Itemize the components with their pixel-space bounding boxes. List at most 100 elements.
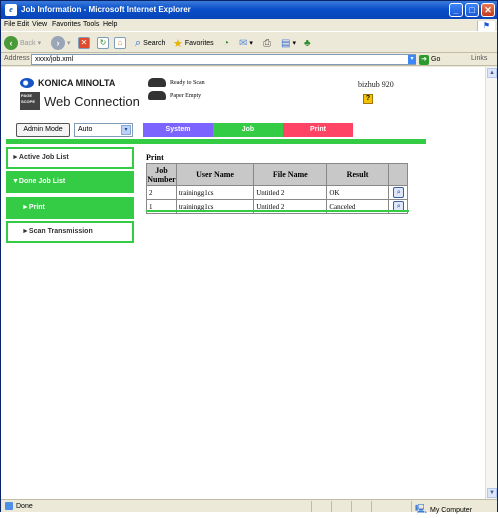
tab-system[interactable]: System [143,123,213,137]
detail-magnifier-icon[interactable]: ⌕ [393,187,405,198]
status-bar: Done 🖳 My Computer [1,499,497,514]
device-model: bizhub 920 [358,80,394,89]
go-arrow-icon: ➜ [419,54,429,65]
refresh-button[interactable]: ↻ [97,35,109,51]
chevron-down-icon: ▾ [121,125,131,135]
admin-mode-button[interactable]: Admin Mode [16,123,70,137]
menu-edit[interactable]: Edit [17,21,29,28]
messenger-icon: ♣ [304,37,311,49]
menu-favorites[interactable]: Favorites [52,21,81,28]
tab-job[interactable]: Job [213,123,283,137]
menu-file[interactable]: File [4,21,15,28]
mail-dropdown-icon: ▾ [249,40,253,47]
sidebar: ►Active Job List ▼Done Job List ►Print ►… [6,147,134,245]
status-divider [311,501,312,512]
job-table: Job Number User Name File Name Result 2 … [146,163,409,214]
menu-help[interactable]: Help [103,21,117,28]
sidebar-item-scan-transmission[interactable]: ►Scan Transmission [6,221,134,243]
vertical-scrollbar[interactable]: ▲ ▼ [485,67,497,499]
help-button[interactable]: ? [363,94,373,104]
address-dropdown-icon[interactable]: ▾ [408,55,416,64]
favorites-star-icon: ★ [173,37,183,50]
tab-print[interactable]: Print [283,123,353,137]
search-icon: ⌕ [135,36,142,49]
back-arrow-icon: ‹ [4,36,18,50]
main-content: Print Job Number User Name File Name Res… [146,153,426,214]
col-file-name: File Name [253,163,328,186]
stop-button[interactable]: ✕ [78,35,90,51]
status-divider [411,501,412,512]
device-status-paper: Paper Empty [148,91,201,100]
cell-user-name: trainingg1cs [175,185,255,200]
col-detail [387,163,409,186]
edit-icon: ▤ [281,37,291,49]
ie-icon: e [5,4,17,16]
web-connection-logo: PAGE SCOPE Web Connection [20,92,140,110]
computer-icon: 🖳 [415,504,428,514]
address-label: Address [4,55,30,62]
col-result: Result [326,163,389,186]
menu-bar: File Edit View Favorites Tools Help ⚑ [1,19,497,33]
mail-button[interactable]: ✉ ▾ [239,35,253,51]
device-status-scan: Ready to Scan [148,78,205,87]
minimize-button[interactable]: _ [449,3,463,17]
page-content: KONICA MINOLTA PAGE SCOPE Web Connection… [1,67,485,499]
messenger-button[interactable]: ♣ [304,35,311,51]
table-underline [146,210,409,212]
toolbar: ‹ Back ▾ › ▾ ✕ ↻ ⌂ ⌕ Search ★ Favorites … [1,31,497,53]
forward-button[interactable]: › ▾ [51,35,71,51]
back-dropdown-icon: ▾ [37,40,42,47]
cell-detail: ⌕ [387,185,409,200]
scroll-up-icon[interactable]: ▲ [487,68,497,78]
browser-window: e Job Information - Microsoft Internet E… [0,0,498,514]
page-title: Print [146,153,164,162]
history-icon: ◔ [223,37,230,49]
auto-select[interactable]: Auto ▾ [74,123,133,137]
favorites-button[interactable]: ★ Favorites [173,35,214,51]
table-header-row: Job Number User Name File Name Result [146,163,409,186]
forward-arrow-icon: › [51,36,65,50]
history-button[interactable]: ◔ [223,35,229,51]
status-done: Done [5,502,33,510]
menu-tools[interactable]: Tools [83,21,99,28]
menu-view[interactable]: View [32,21,47,28]
sidebar-item-print[interactable]: ►Print [6,197,134,219]
pagescope-logo-icon: PAGE SCOPE [20,92,40,110]
status-divider [371,501,372,512]
address-input[interactable]: xxxx/job.xml [31,54,416,65]
table-row: 2 trainingg1cs Untitled 2 OK ⌕ [146,185,409,200]
konica-minolta-logo: KONICA MINOLTA [20,78,115,88]
search-button[interactable]: ⌕ Search [135,35,165,51]
scanner-status-icon [148,78,166,87]
back-button[interactable]: ‹ Back ▾ [4,35,41,51]
window-title: Job Information - Microsoft Internet Exp… [21,5,191,14]
links-button[interactable]: Links [471,55,487,62]
tab-underline [6,139,426,144]
col-user-name: User Name [175,163,255,186]
go-button[interactable]: ➜ Go [419,54,440,65]
cell-job-number: 2 [146,185,177,200]
title-bar: e Job Information - Microsoft Internet E… [1,1,497,19]
maximize-button[interactable]: □ [465,3,479,17]
edit-button[interactable]: ▤ ▾ [281,35,296,51]
cell-file-name: Untitled 2 [253,185,328,200]
printer-status-icon [148,91,166,100]
refresh-icon: ↻ [97,37,109,49]
home-button[interactable]: ⌂ [114,35,126,51]
close-button[interactable]: ✕ [481,3,495,17]
sidebar-item-done-job-list[interactable]: ▼Done Job List [6,171,134,193]
status-divider [331,501,332,512]
sidebar-item-active-job-list[interactable]: ►Active Job List [6,147,134,169]
col-job-number: Job Number [146,163,177,186]
globe-logo-icon [20,78,34,88]
print-button[interactable]: ⎙ [263,35,271,51]
cell-result: OK [326,185,389,200]
address-bar: Address xxxx/job.xml ▾ ➜ Go Links [1,53,497,66]
scroll-down-icon[interactable]: ▼ [487,488,497,498]
stop-icon: ✕ [78,37,90,49]
edit-dropdown-icon: ▾ [292,40,296,47]
security-zone: 🖳 My Computer [415,502,472,518]
forward-dropdown-icon: ▾ [67,40,71,47]
status-divider [351,501,352,512]
home-icon: ⌂ [114,37,126,49]
